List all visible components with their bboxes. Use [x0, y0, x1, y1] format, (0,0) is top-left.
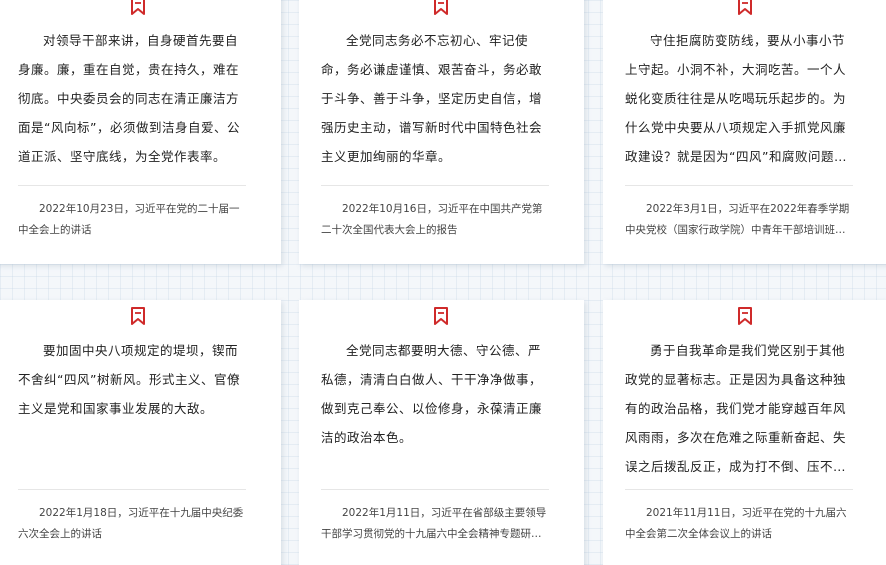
quote-source: 2022年1月18日，习近平在十九届中央纪委六次全会上的讲话 [18, 507, 244, 540]
quote-text: 全党同志都要明大德、守公德、严私德，清清白白做人、干干净净做事，做到克己奉公、以… [321, 343, 543, 445]
quote-text: 要加固中央八项规定的堤坝，锲而不舍纠“四风”树新风。形式主义、官僚主义是党和国家… [18, 343, 240, 416]
quote-text: 守住拒腐防变防线，要从小事小节上守起。小洞不补，大洞吃苦。一个人蜕化变质往往是从… [625, 33, 847, 164]
quote-card[interactable]: 要加固中央八项规定的堤坝，锲而不舍纠“四风”树新风。形式主义、官僚主义是党和国家… [0, 300, 281, 565]
divider [321, 185, 549, 186]
quote-text: 全党同志务必不忘初心、牢记使命，务必谦虚谨慎、艰苦奋斗，务必敢于斗争、善于斗争，… [321, 33, 543, 164]
bookmark-icon[interactable] [129, 306, 147, 326]
divider [321, 489, 549, 490]
divider [18, 185, 246, 186]
quote-text: 对领导干部来讲，自身硬首先要自身廉。廉，重在自觉，贵在持久，难在彻底。中央委员会… [18, 33, 240, 164]
bookmark-icon[interactable] [736, 0, 754, 16]
bookmark-icon[interactable] [432, 0, 450, 16]
bookmark-icon[interactable] [736, 306, 754, 326]
quote-source: 2021年11月11日，习近平在党的十九届六中全会第二次全体会议上的讲话 [625, 507, 847, 540]
quote-card[interactable]: 全党同志都要明大德、守公德、严私德，清清白白做人、干干净净做事，做到克己奉公、以… [299, 300, 584, 565]
quote-source: 2022年10月23日，习近平在党的二十届一中全会上的讲话 [18, 203, 240, 236]
quote-card[interactable]: 全党同志务必不忘初心、牢记使命，务必谦虚谨慎、艰苦奋斗，务必敢于斗争、善于斗争，… [299, 0, 584, 264]
quote-source: 2022年3月1日，习近平在2022年春季学期中央党校（国家行政学院）中青年干部… [625, 203, 850, 236]
quote-card[interactable]: 勇于自我革命是我们党区别于其他政党的显著标志。正是因为具备这种独有的政治品格，我… [603, 300, 886, 565]
divider [18, 489, 246, 490]
quote-source: 2022年10月16日，习近平在中国共产党第二十次全国代表大会上的报告 [321, 203, 543, 236]
quote-card[interactable]: 守住拒腐防变防线，要从小事小节上守起。小洞不补，大洞吃苦。一个人蜕化变质往往是从… [603, 0, 886, 264]
bookmark-icon[interactable] [129, 0, 147, 16]
quote-source: 2022年1月11日，习近平在省部级主要领导干部学习贯彻党的十九届六中全会精神专… [321, 507, 547, 540]
divider [625, 185, 853, 186]
divider [625, 489, 853, 490]
quote-text: 勇于自我革命是我们党区别于其他政党的显著标志。正是因为具备这种独有的政治品格，我… [625, 343, 847, 474]
bookmark-icon[interactable] [432, 306, 450, 326]
quote-card[interactable]: 对领导干部来讲，自身硬首先要自身廉。廉，重在自觉，贵在持久，难在彻底。中央委员会… [0, 0, 281, 264]
